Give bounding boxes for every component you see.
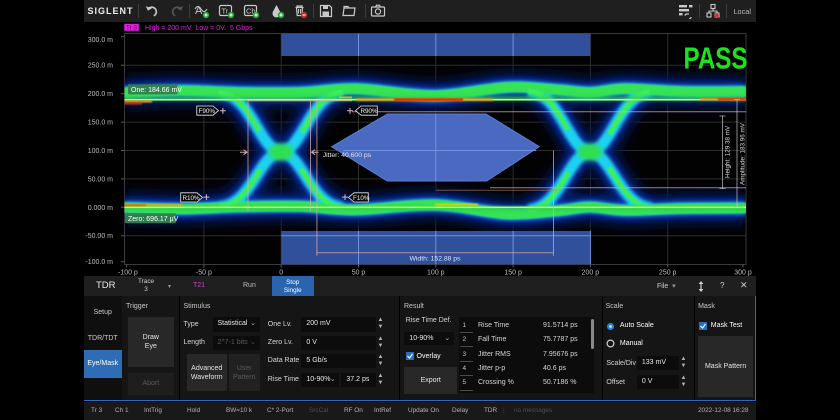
svg-text:150.0 m: 150.0 m: [88, 120, 113, 127]
svg-text:Amplitude: 183.96 mV: Amplitude: 183.96 mV: [740, 122, 747, 185]
svg-text:-50.00 m: -50.00 m: [85, 233, 113, 240]
svg-text:R10%: R10%: [183, 195, 201, 202]
svg-text:F90%: F90%: [199, 108, 216, 115]
svg-text:High = 200 mV Low = 0V. 5 Gb: High = 200 mV Low = 0V. 5 Gbps: [145, 25, 253, 32]
svg-text:50.00 m: 50.00 m: [88, 176, 113, 183]
svg-text:Jitter: 40.600 ps: Jitter: 40.600 ps: [323, 152, 372, 159]
svg-text:F10%: F10%: [353, 195, 370, 202]
svg-text:0.000 m: 0.000 m: [88, 205, 113, 212]
svg-text:One: 184.66 mV: One: 184.66 mV: [131, 87, 182, 94]
svg-text:200.0 m: 200.0 m: [88, 91, 113, 98]
svg-text:300.0 m: 300.0 m: [88, 37, 113, 44]
svg-text:PASS: PASS: [684, 40, 748, 75]
svg-text:R90%: R90%: [361, 108, 379, 115]
svg-text:250.0 m: 250.0 m: [88, 63, 113, 70]
svg-text:Zero: 696.17 µV: Zero: 696.17 µV: [128, 216, 179, 223]
svg-text:Width: 152.88 ps: Width: 152.88 ps: [409, 255, 461, 262]
svg-text:-100.0 m: -100.0 m: [85, 259, 113, 266]
svg-text:Tr 3: Tr 3: [126, 25, 137, 32]
svg-text:Height: 129.38 mV: Height: 129.38 mV: [725, 125, 732, 178]
svg-text:100.0 m: 100.0 m: [88, 148, 113, 155]
